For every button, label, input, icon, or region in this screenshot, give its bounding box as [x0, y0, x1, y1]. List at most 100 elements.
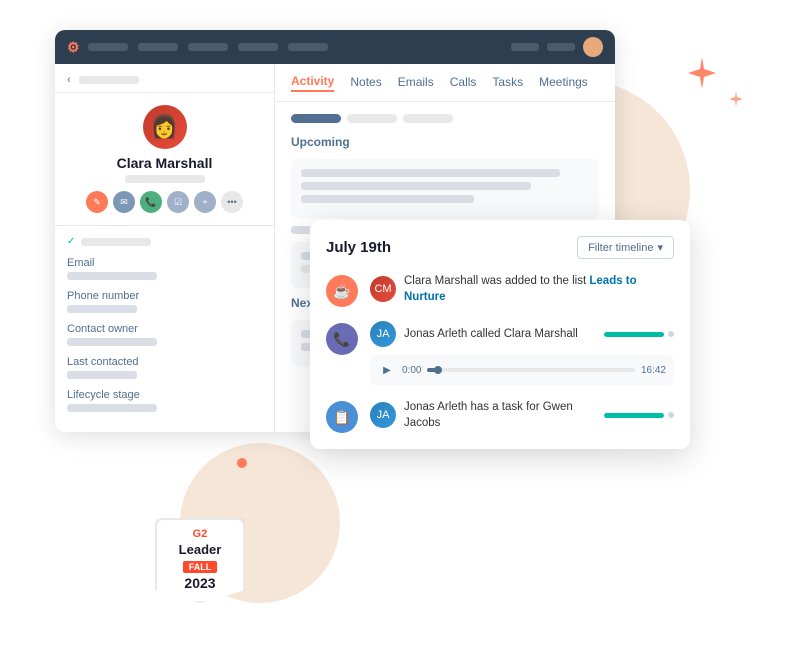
g2-leader-text: Leader	[167, 542, 233, 557]
coffee-icon: ☕	[333, 283, 350, 300]
email-button[interactable]: ✉	[113, 191, 135, 213]
prop-email: Email	[67, 257, 262, 280]
nav-settings-pill	[547, 43, 575, 51]
more-button[interactable]: +	[194, 191, 216, 213]
prop-last-contacted-value	[67, 371, 137, 379]
prop-email-label: Email	[67, 257, 262, 269]
prop-lifecycle-label: Lifecycle stage	[67, 389, 262, 401]
chevron-down-icon: ▾	[657, 241, 663, 254]
contact-actions: ✎ ✉ 📞 ☑ + •••	[67, 191, 262, 213]
timeline-icon-3: 📋	[326, 401, 358, 433]
prop-owner-label: Contact owner	[67, 323, 262, 335]
timeline-item-1: ☕ CM Clara Marshall was added to the lis…	[326, 273, 674, 307]
back-arrow-icon[interactable]: ‹	[67, 74, 71, 86]
entry-text-3: Jonas Arleth has a task for Gwen Jacobs	[404, 399, 592, 431]
call-status-dot	[668, 331, 674, 337]
timeline-icon-2: 📞	[326, 323, 358, 355]
edit-button[interactable]: ✎	[86, 191, 108, 213]
g2-logo: G2	[167, 528, 233, 540]
play-button[interactable]: ▶	[378, 361, 396, 379]
nav-item-2[interactable]	[138, 43, 178, 51]
contact-subtitle-pill	[125, 175, 205, 183]
progress-dot	[434, 366, 442, 374]
hubspot-logo: ⚙	[67, 39, 80, 56]
timeline-entry-2: JA Jonas Arleth called Clara Marshall	[370, 321, 674, 347]
filter-type-1[interactable]	[347, 114, 397, 123]
prop-lifecycle-value	[67, 404, 157, 412]
call-button[interactable]: 📞	[140, 191, 162, 213]
filter-all[interactable]	[291, 114, 341, 123]
audio-player[interactable]: ▶ 0:00 16:42	[370, 355, 674, 385]
prop-owner-value	[67, 338, 157, 346]
task-status-dot	[668, 412, 674, 418]
properties-section: ✓ Email Phone number Contact owner Last …	[55, 226, 274, 432]
contact-sidebar: ‹ 👩 Clara Marshall ✎ ✉ 📞 ☑ + •••	[55, 64, 275, 432]
timeline-content-1: CM Clara Marshall was added to the list …	[370, 273, 674, 305]
tab-notes[interactable]: Notes	[350, 75, 381, 91]
timeline-card: July 19th Filter timeline ▾ ☕ CM Clara M…	[310, 220, 690, 449]
prop-last-contacted: Last contacted	[67, 356, 262, 379]
phone-icon: 📞	[333, 331, 350, 348]
g2-badge: G2 Leader FALL 2023	[155, 518, 245, 603]
audio-progress-bar[interactable]	[427, 368, 635, 372]
nav-item-3[interactable]	[188, 43, 228, 51]
tab-meetings[interactable]: Meetings	[539, 75, 588, 91]
dot-decoration-1	[237, 458, 247, 468]
entry-avatar-3: JA	[370, 402, 396, 428]
nav-bar: ⚙	[55, 30, 615, 64]
timeline-entry-1: CM Clara Marshall was added to the list …	[370, 273, 674, 305]
prop-phone-value	[67, 305, 137, 313]
nav-right	[511, 37, 603, 57]
tab-calls[interactable]: Calls	[450, 75, 477, 91]
task-status-bar	[604, 413, 664, 418]
nav-avatar[interactable]	[583, 37, 603, 57]
prop-email-value	[67, 272, 157, 280]
nav-item-5[interactable]	[288, 43, 328, 51]
task-icon: 📋	[333, 409, 350, 426]
g2-season-badge: FALL	[183, 561, 218, 573]
filter-bar	[291, 114, 599, 123]
tab-emails[interactable]: Emails	[398, 75, 434, 91]
activity-line-2	[301, 182, 531, 190]
timeline-date: July 19th	[326, 239, 391, 256]
tab-tasks[interactable]: Tasks	[492, 75, 523, 91]
call-status-bar	[604, 332, 664, 337]
timeline-list: ☕ CM Clara Marshall was added to the lis…	[326, 273, 674, 433]
tab-bar: Activity Notes Emails Calls Tasks Meetin…	[275, 64, 615, 102]
entry-avatar-2: JA	[370, 321, 396, 347]
dots-button[interactable]: •••	[221, 191, 243, 213]
nav-search-pill	[511, 43, 539, 51]
prop-section-title-pill	[81, 238, 151, 246]
nav-item-4[interactable]	[238, 43, 278, 51]
contact-avatar: 👩	[143, 105, 187, 149]
timeline-header: July 19th Filter timeline ▾	[326, 236, 674, 259]
sparkle-decoration-1	[684, 55, 720, 91]
contact-info-section: 👩 Clara Marshall ✎ ✉ 📞 ☑ + •••	[55, 93, 274, 226]
prop-phone: Phone number	[67, 290, 262, 313]
tab-activity[interactable]: Activity	[291, 74, 334, 92]
audio-start-time: 0:00	[402, 365, 421, 376]
prop-owner: Contact owner	[67, 323, 262, 346]
timeline-icon-1: ☕	[326, 275, 358, 307]
sidebar-breadcrumb-pill	[79, 76, 139, 84]
timeline-content-3: JA Jonas Arleth has a task for Gwen Jaco…	[370, 399, 674, 431]
g2-badge-shape: G2 Leader FALL 2023	[155, 518, 245, 603]
task-button[interactable]: ☑	[167, 191, 189, 213]
prop-phone-label: Phone number	[67, 290, 262, 302]
contact-name: Clara Marshall	[67, 155, 262, 171]
sidebar-header: ‹	[55, 64, 274, 93]
upcoming-section-title: Upcoming	[291, 135, 599, 149]
prop-lifecycle: Lifecycle stage	[67, 389, 262, 412]
filter-type-2[interactable]	[403, 114, 453, 123]
timeline-content-2: JA Jonas Arleth called Clara Marshall ▶ …	[370, 321, 674, 385]
filter-timeline-button[interactable]: Filter timeline ▾	[577, 236, 674, 259]
g2-year-text: 2023	[167, 575, 233, 591]
nav-items	[88, 43, 503, 51]
prop-last-contacted-label: Last contacted	[67, 356, 262, 368]
nav-item-1[interactable]	[88, 43, 128, 51]
entry-avatar-1: CM	[370, 276, 396, 302]
prop-section-header: ✓	[67, 236, 262, 247]
play-icon: ▶	[383, 365, 391, 376]
timeline-entry-3: JA Jonas Arleth has a task for Gwen Jaco…	[370, 399, 674, 431]
sparkle-decoration-2	[727, 90, 745, 108]
